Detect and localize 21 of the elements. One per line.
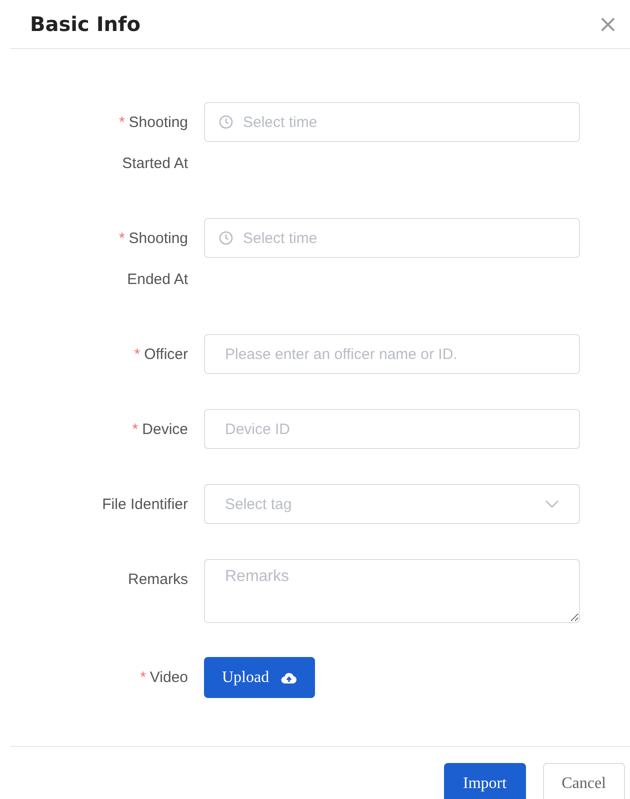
field-label: * Shooting Started At xyxy=(118,113,188,174)
text-input-field[interactable]: Device ID xyxy=(204,409,580,449)
cancel-button[interactable]: Cancel xyxy=(542,763,625,799)
field-label: File Identifier xyxy=(101,495,188,515)
dialog-title: Basic Info xyxy=(30,12,140,36)
field-label: * Device xyxy=(131,420,188,440)
time-picker-field[interactable]: Select time xyxy=(204,102,580,142)
field-label: Remarks xyxy=(126,570,188,590)
import-button[interactable]: Import xyxy=(444,763,526,799)
text-input-field[interactable]: Please enter an officer name or ID. xyxy=(204,334,580,374)
clock-icon xyxy=(219,231,233,245)
field-label: * Shooting Ended At xyxy=(118,229,188,290)
field-label: * Officer xyxy=(133,345,188,365)
remarks-textarea[interactable]: Remarks xyxy=(204,559,580,623)
upload-button[interactable]: Upload xyxy=(204,657,316,698)
clock-icon xyxy=(219,115,233,129)
cloud-upload-icon xyxy=(281,672,298,684)
tag-select-field[interactable]: Select tag xyxy=(204,484,580,524)
field-label: * Video xyxy=(139,668,188,688)
time-picker-field[interactable]: Select time xyxy=(204,218,580,258)
chevron-down-icon xyxy=(545,500,559,508)
